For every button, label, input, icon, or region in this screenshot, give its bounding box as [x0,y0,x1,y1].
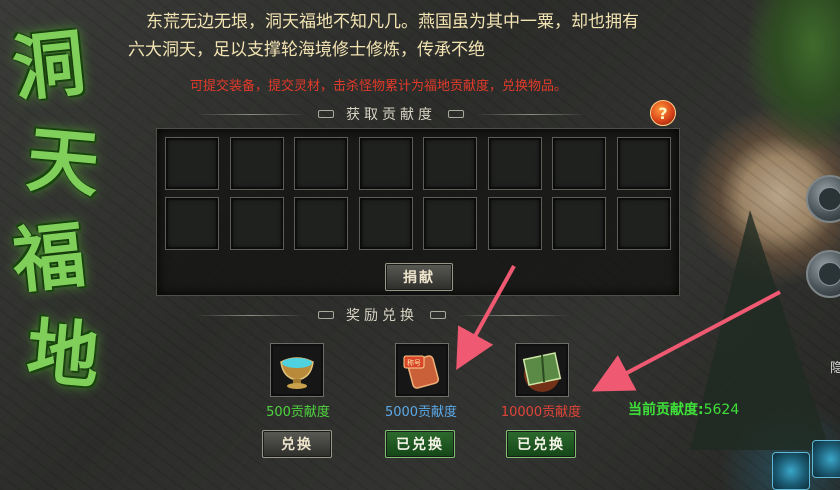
item-slot[interactable] [165,137,219,190]
scroll-title-icon[interactable]: 称号 [395,343,449,397]
ornament-icon [318,311,334,319]
foliage-decoration [750,0,840,150]
ornament-icon [318,110,334,118]
item-slot[interactable] [358,137,413,190]
divider [196,314,306,316]
item-slot-grid [165,137,671,250]
item-slot[interactable] [294,197,348,250]
skill-orb-icon[interactable] [772,452,810,490]
current-contribution-value: 5624 [703,402,740,418]
item-slot[interactable] [423,197,477,250]
divider [196,113,306,115]
jade-bowl-icon[interactable] [270,343,324,397]
current-contribution-label: 当前贡献度: [628,402,704,418]
divider [458,314,568,316]
item-slot[interactable] [229,197,284,250]
submit-panel: 捐献 [156,128,680,296]
title-char: 洞 [8,19,90,112]
item-slot[interactable] [552,137,606,190]
exchange-section-header: 奖励兑换 [196,305,568,325]
item-slot[interactable] [616,197,671,250]
divider [476,113,586,115]
ornament-icon [430,311,446,319]
item-slot[interactable] [552,197,606,250]
title-banner: 洞 天 福 地 [0,19,110,490]
question-icon[interactable]: ? [650,100,676,126]
submit-section-title: 获取贡献度 [346,107,436,123]
title-char: 福 [8,211,90,304]
intro-line-1: 东荒无边无垠，洞天福地不知凡几。燕国虽为其中一粟，却也拥有 [146,12,639,32]
submit-section-header: 获取贡献度 [196,104,586,124]
item-slot[interactable] [423,137,477,190]
redeemed-button[interactable]: 已兑换 [506,430,576,458]
reward-cost: 5000贡献度 [384,405,458,420]
svg-text:称号: 称号 [407,358,421,367]
item-slot[interactable] [294,137,348,190]
exchange-button[interactable]: 兑换 [262,430,332,458]
ornament-icon [448,110,464,118]
side-hide-label[interactable]: 隐 [830,357,840,376]
item-slot[interactable] [616,137,671,190]
item-slot[interactable] [229,137,284,190]
item-slot[interactable] [358,197,413,250]
rule-note: 可提交装备，提交灵材，击杀怪物累计为福地贡献度，兑换物品。 [190,79,568,94]
item-slot[interactable] [487,197,542,250]
intro-line-2: 六大洞天，足以支撑轮海境修士修炼，传承不绝 [128,40,485,60]
current-contribution: 当前贡献度:5624 [628,399,739,419]
skill-book-icon[interactable] [515,343,569,397]
redeemed-button[interactable]: 已兑换 [385,430,455,458]
ring-icon [818,262,840,286]
ring-icon [818,187,840,211]
title-char: 地 [23,308,103,399]
skill-orb-icon[interactable] [812,440,840,478]
donate-button[interactable]: 捐献 [385,263,453,291]
item-slot[interactable] [165,197,219,250]
intro-text: 东荒无边无垠，洞天福地不知凡几。燕国虽为其中一粟，却也拥有 六大洞天，足以支撑轮… [128,8,728,64]
item-slot[interactable] [487,137,542,190]
title-char: 天 [23,116,103,207]
exchange-section-title: 奖励兑换 [346,308,418,324]
reward-cost: 10000贡献度 [500,405,582,420]
reward-cost: 500贡献度 [266,405,330,420]
